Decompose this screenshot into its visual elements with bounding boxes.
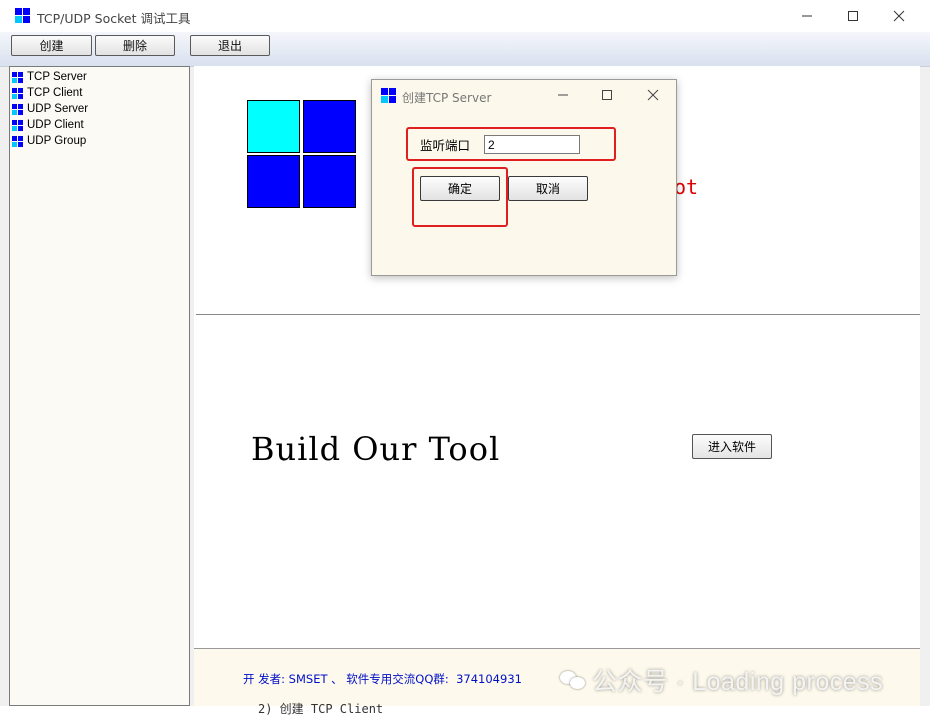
tree-item-label: UDP Server [27, 103, 89, 115]
maximize-icon [602, 90, 612, 100]
exit-button[interactable]: 退出 [190, 35, 270, 56]
create-button[interactable]: 创建 [11, 35, 92, 56]
tree-node-icon [12, 135, 23, 147]
tree-item-label: TCP Server [27, 71, 87, 83]
watermark: 公众号 · Loading process [560, 662, 883, 698]
create-tcp-server-dialog: 创建TCP Server 监听端口 确定 取消 [371, 79, 677, 276]
window-title: TCP/UDP Socket 调试工具 [37, 11, 191, 26]
tree-node-icon [12, 103, 23, 115]
ok-highlight-box [412, 167, 508, 227]
port-highlight-box [406, 127, 616, 161]
logo-tile-blue [303, 155, 356, 208]
tree-item-tcp-client[interactable]: TCP Client [12, 85, 82, 101]
maximize-icon [848, 11, 858, 21]
tree-item-label: UDP Group [27, 135, 87, 147]
minimize-icon [558, 94, 568, 96]
minimize-icon [802, 15, 812, 17]
dialog-minimize-button[interactable] [540, 80, 586, 110]
cancel-button[interactable]: 取消 [508, 176, 588, 201]
tree-item-label: TCP Client [27, 87, 83, 99]
title-bar: TCP/UDP Socket 调试工具 [0, 0, 930, 32]
app-icon [15, 8, 30, 23]
build-our-tool-heading: Build Our Tool [251, 430, 501, 468]
delete-button[interactable]: 删除 [95, 35, 175, 56]
close-icon [647, 89, 659, 101]
maximize-button[interactable] [830, 0, 876, 32]
bottom-peek-text: 2) 创建 TCP Client [258, 702, 384, 716]
toolbar: 创建 删除 退出 [0, 32, 930, 67]
dialog-maximize-button[interactable] [584, 80, 630, 110]
divider [196, 314, 920, 315]
enter-software-button[interactable]: 进入软件 [692, 434, 772, 459]
dialog-close-button[interactable] [630, 80, 676, 110]
tree-item-udp-client[interactable]: UDP Client [12, 117, 84, 133]
dialog-title-bar: 创建TCP Server [372, 80, 676, 110]
tree-node-icon [12, 71, 23, 83]
close-button[interactable] [876, 0, 922, 32]
logo-tile-blue [303, 100, 356, 153]
dialog-title: 创建TCP Server [402, 91, 492, 105]
minimize-button[interactable] [784, 0, 830, 32]
tree-node-icon [12, 119, 23, 131]
footer-text: 开 发者: SMSET 、 软件专用交流QQ群: 374104931 [243, 672, 522, 686]
close-icon [893, 10, 905, 22]
tree-item-udp-group[interactable]: UDP Group [12, 133, 86, 149]
connection-tree: TCP Server TCP Client UDP Server UDP Cli… [9, 66, 190, 706]
watermark-text: 公众号 · Loading process [592, 668, 884, 696]
partial-red-text: ot [674, 175, 699, 199]
logo-tile-blue [247, 155, 300, 208]
dialog-app-icon [381, 88, 396, 103]
tree-node-icon [12, 87, 23, 99]
wechat-icon [560, 669, 586, 691]
logo-tile-cyan [247, 100, 300, 153]
bottom-strip [0, 706, 930, 715]
tree-item-udp-server[interactable]: UDP Server [12, 101, 88, 117]
tree-item-tcp-server[interactable]: TCP Server [12, 69, 87, 85]
tree-item-label: UDP Client [27, 119, 84, 131]
